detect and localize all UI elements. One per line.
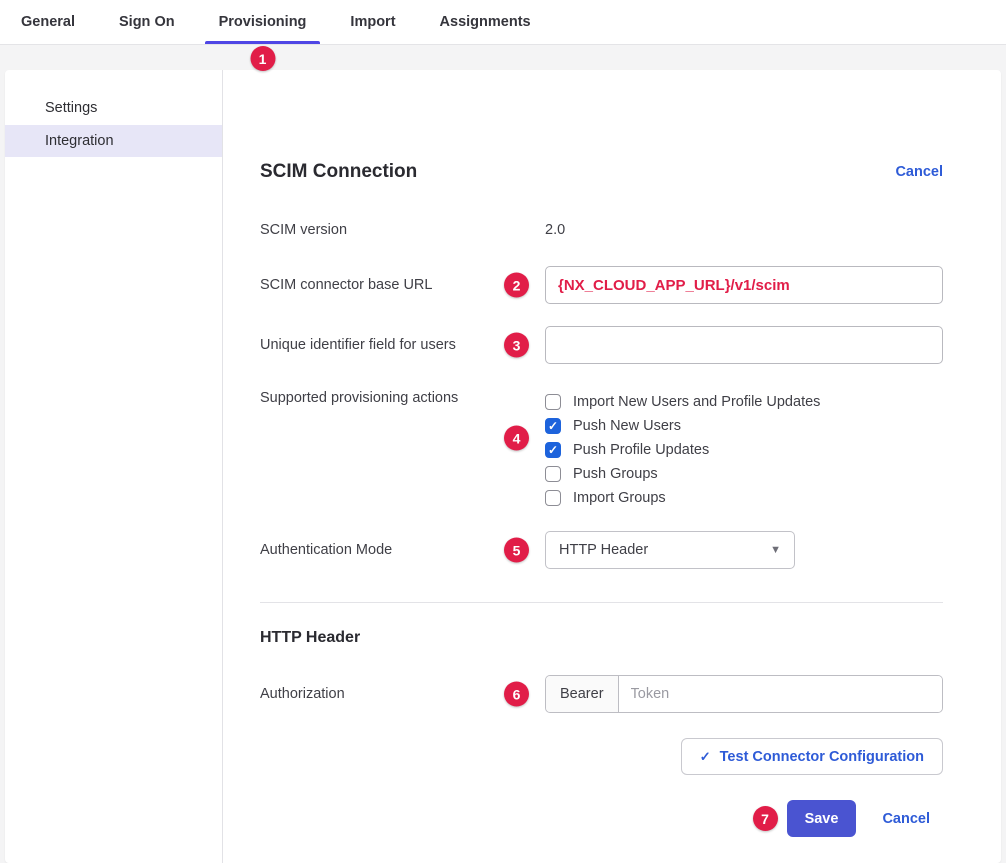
check-icon: ✓ (700, 749, 711, 765)
scim-version-label: SCIM version (260, 222, 545, 238)
scim-version-value: 2.0 (545, 222, 565, 238)
step-badge-1: 1 (250, 46, 275, 71)
auth-mode-select[interactable]: HTTP Header ▼ (545, 531, 795, 569)
checkbox-icon[interactable] (545, 442, 561, 458)
cancel-button[interactable]: Cancel (882, 811, 930, 827)
action-push-groups[interactable]: Push Groups (545, 462, 820, 486)
tab-assignments-label: Assignments (440, 14, 531, 30)
action-push-profile-updates[interactable]: Push Profile Updates (545, 438, 820, 462)
checkbox-icon[interactable] (545, 466, 561, 482)
auth-mode-row: Authentication Mode 5 HTTP Header ▼ (260, 531, 943, 569)
step-badge-4: 4 (504, 426, 529, 451)
authorization-input-group: Bearer (545, 675, 943, 713)
section-divider (260, 602, 943, 603)
action-push-new-users[interactable]: Push New Users (545, 414, 820, 438)
tab-assignments[interactable]: Assignments (436, 0, 535, 44)
unique-id-label: Unique identifier field for users (260, 337, 545, 353)
scim-version-row: SCIM version 2.0 (260, 220, 943, 240)
tab-sign-on-label: Sign On (119, 14, 175, 30)
checkbox-icon[interactable] (545, 418, 561, 434)
action-import-groups[interactable]: Import Groups (545, 486, 820, 510)
tab-import-label: Import (350, 14, 395, 30)
action-label: Push New Users (573, 418, 681, 434)
page-title: SCIM Connection (260, 161, 417, 183)
tab-general-label: General (21, 14, 75, 30)
tab-sign-on[interactable]: Sign On (115, 0, 179, 44)
unique-id-input[interactable] (545, 326, 943, 364)
panel-heading-row: SCIM Connection Cancel (260, 160, 943, 184)
settings-sidebar: Settings Integration (5, 70, 223, 863)
step-badge-6: 6 (504, 682, 529, 707)
action-label: Import New Users and Profile Updates (573, 394, 820, 410)
tab-general[interactable]: General (17, 0, 79, 44)
provisioning-card: Settings Integration SCIM Connection Can… (5, 70, 1001, 863)
checkbox-icon[interactable] (545, 490, 561, 506)
tab-provisioning[interactable]: Provisioning 1 (215, 0, 311, 44)
sidebar-item-integration-label: Integration (45, 133, 114, 149)
action-label: Push Groups (573, 466, 658, 482)
bearer-prefix: Bearer (546, 676, 619, 712)
app-tab-bar: General Sign On Provisioning 1 Import As… (0, 0, 1006, 45)
test-connector-label: Test Connector Configuration (720, 749, 924, 765)
test-connector-row: ✓ Test Connector Configuration (260, 738, 943, 775)
sidebar-item-integration[interactable]: Integration (5, 125, 222, 157)
unique-id-row: Unique identifier field for users 3 (260, 326, 943, 364)
tab-import[interactable]: Import (346, 0, 399, 44)
provisioning-actions-row: Supported provisioning actions 4 Import … (260, 390, 943, 510)
step-badge-7: 7 (753, 806, 778, 831)
step-badge-2: 2 (504, 273, 529, 298)
action-label: Import Groups (573, 490, 666, 506)
step-badge-5: 5 (504, 538, 529, 563)
top-cancel-link[interactable]: Cancel (895, 164, 943, 180)
authorization-row: Authorization 6 Bearer (260, 675, 943, 713)
authorization-label: Authorization (260, 686, 545, 702)
chevron-down-icon: ▼ (770, 544, 781, 556)
save-row: 7 Save Cancel (260, 800, 943, 837)
step-badge-3: 3 (504, 333, 529, 358)
base-url-row: SCIM connector base URL 2 (260, 266, 943, 304)
action-import-new-users[interactable]: Import New Users and Profile Updates (545, 390, 820, 414)
save-button[interactable]: Save (787, 800, 857, 837)
base-url-label: SCIM connector base URL (260, 277, 545, 293)
action-label: Push Profile Updates (573, 442, 709, 458)
http-header-section-title: HTTP Header (260, 629, 943, 651)
provisioning-actions-list: Import New Users and Profile Updates Pus… (545, 390, 820, 510)
token-input[interactable] (619, 676, 942, 712)
auth-mode-label: Authentication Mode (260, 542, 545, 558)
provisioning-actions-label: Supported provisioning actions (260, 390, 545, 406)
base-url-input[interactable] (545, 266, 943, 304)
checkbox-icon[interactable] (545, 394, 561, 410)
auth-mode-selected-value: HTTP Header (559, 542, 648, 558)
sidebar-header-settings: Settings (5, 98, 222, 118)
tab-provisioning-label: Provisioning (219, 14, 307, 30)
test-connector-button[interactable]: ✓ Test Connector Configuration (681, 738, 943, 775)
scim-connection-panel: SCIM Connection Cancel SCIM version 2.0 … (223, 70, 1001, 863)
